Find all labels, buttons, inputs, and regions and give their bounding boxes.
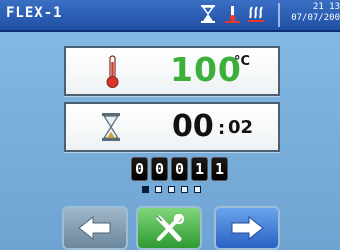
hourglass-icon	[102, 113, 120, 141]
timer-minutes: 00	[172, 109, 214, 144]
tools-button[interactable]	[136, 206, 202, 250]
arrow-left-icon	[78, 215, 111, 241]
timer-seconds: 02	[228, 117, 254, 138]
status-separator	[278, 3, 280, 27]
device-title: FLEX-1	[6, 5, 63, 21]
page-indicator	[142, 186, 201, 193]
temperature-panel[interactable]: 100 °C	[64, 46, 280, 96]
status-bar: FLEX-1 21 13 07/07/200	[0, 0, 340, 32]
steam-icon	[248, 6, 264, 22]
counter-digit: 0	[171, 157, 188, 181]
timer-panel[interactable]: 00 : 02	[64, 102, 280, 152]
timer-colon: :	[218, 118, 226, 139]
page-dot	[194, 186, 201, 193]
page-dot	[155, 186, 162, 193]
cycle-counter: 0 0 0 1 1	[131, 157, 228, 181]
back-button[interactable]	[62, 206, 128, 250]
clock-time: 21 13	[312, 2, 340, 12]
next-button[interactable]	[214, 206, 280, 250]
counter-digit: 1	[211, 157, 228, 181]
thermometer-icon	[106, 55, 119, 88]
temperature-value: 100	[170, 50, 242, 89]
clock-date: 07/07/200	[291, 13, 340, 23]
temperature-unit: °C	[234, 54, 251, 69]
arrow-right-icon	[231, 215, 264, 241]
hourglass-icon	[201, 5, 215, 23]
device-screen: FLEX-1 21 13 07/07/200 100 °C 00: 02 0 …	[0, 0, 340, 250]
page-dot	[168, 186, 175, 193]
page-dot	[142, 186, 149, 193]
counter-digit: 0	[131, 157, 148, 181]
clock: 21 13 07/07/200	[286, 2, 340, 24]
counter-digit: 1	[191, 157, 208, 181]
counter-digit: 0	[151, 157, 168, 181]
thermometer-warning-icon	[225, 6, 240, 23]
tools-icon	[156, 214, 185, 242]
page-dot	[181, 186, 188, 193]
